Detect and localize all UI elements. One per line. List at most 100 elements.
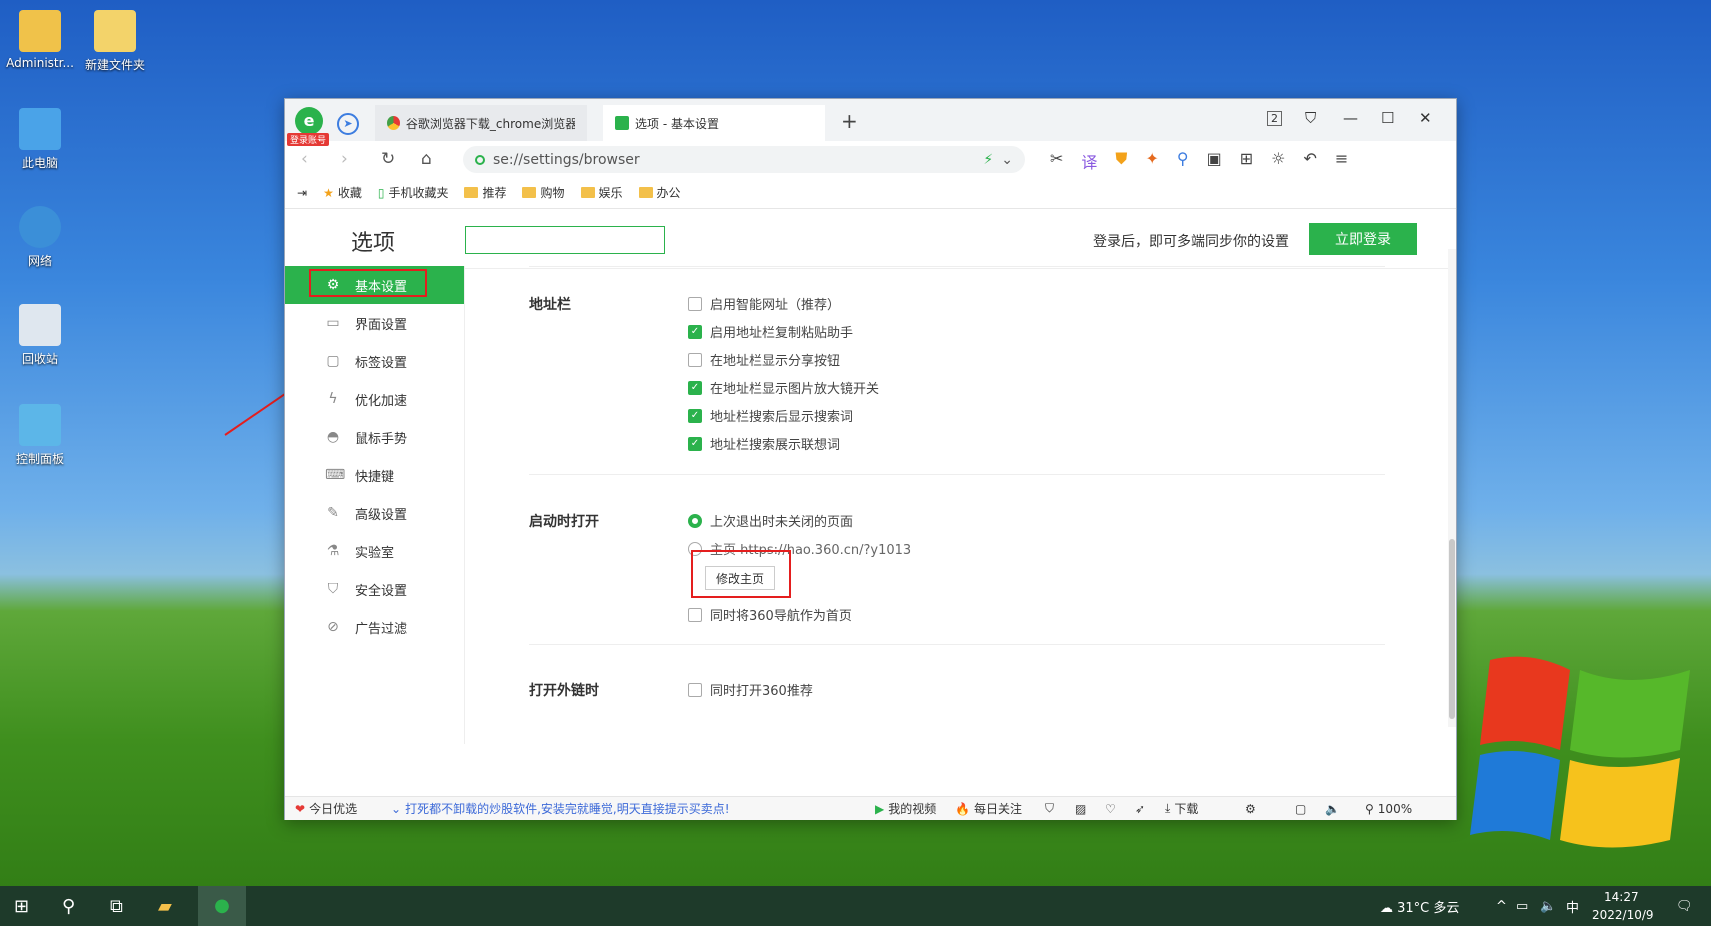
network-icon[interactable]: ▭ xyxy=(1516,899,1528,914)
window-status-icon[interactable]: ▢ xyxy=(1295,802,1306,816)
tab-chrome-download[interactable]: 谷歌浏览器下载_chrome浏览器官 xyxy=(375,105,587,141)
back-button[interactable]: ‹ xyxy=(301,149,308,169)
option-share-button[interactable]: 在地址栏显示分享按钮 xyxy=(688,350,840,369)
reload-button[interactable]: ↻ xyxy=(381,149,395,169)
option-smart-url[interactable]: 启用智能网址（推荐） xyxy=(688,294,840,313)
forward-button[interactable]: › xyxy=(341,149,348,169)
clock-time[interactable]: 14:27 xyxy=(1604,890,1639,904)
desktop-icon-administrator[interactable]: Administr... xyxy=(0,10,80,70)
sidebar-item-mouse-gesture[interactable]: ◓ 鼠标手势 xyxy=(285,418,464,456)
sidebar-item-shortcuts[interactable]: ⌨ 快捷键 xyxy=(285,456,464,494)
desktop-icon-this-pc[interactable]: 此电脑 xyxy=(0,108,80,171)
360-logo-icon[interactable]: e xyxy=(295,107,323,135)
image-icon[interactable]: ▨ xyxy=(1075,802,1086,816)
checkbox-checked[interactable]: ✓ xyxy=(688,436,702,451)
download-button[interactable]: ⤓ 下载 xyxy=(1165,800,1198,817)
scissors-icon[interactable]: ✂ xyxy=(1050,149,1063,173)
translate-icon[interactable]: 译 xyxy=(1081,149,1097,173)
task-view-icon[interactable]: ⧉ xyxy=(110,896,123,917)
clock-date[interactable]: 2022/10/9 xyxy=(1592,908,1654,922)
bookmark-folder-office[interactable]: 办公 xyxy=(638,184,681,201)
undo-icon[interactable]: ↶ xyxy=(1303,149,1316,173)
reader-icon[interactable]: ▣ xyxy=(1207,149,1222,173)
close-button[interactable]: ✕ xyxy=(1419,109,1432,127)
sidebar-item-label: 快捷键 xyxy=(355,469,395,485)
start-button[interactable]: ⊞ xyxy=(14,896,29,917)
checkbox-checked[interactable]: ✓ xyxy=(688,380,702,395)
sidebar-item-interface[interactable]: ▭ 界面设置 xyxy=(285,304,464,342)
bookmark-favorites[interactable]: ★ 收藏 xyxy=(323,184,362,201)
shield-extension-icon[interactable]: ⛊ xyxy=(1115,149,1127,173)
navigate-icon[interactable]: ➤ xyxy=(337,113,359,135)
tab-settings[interactable]: 选项 - 基本设置 xyxy=(603,105,825,141)
zoom-level[interactable]: ⚲ 100% xyxy=(1365,802,1412,816)
option-restore-pages[interactable]: 上次退出时未关闭的页面 xyxy=(688,511,853,530)
radio-selected[interactable] xyxy=(688,513,702,528)
desktop-icon-new-folder[interactable]: 新建文件夹 xyxy=(75,10,155,73)
shield-status-icon[interactable]: ⛉ xyxy=(1045,801,1054,816)
desktop-icon-recycle-bin[interactable]: 回收站 xyxy=(0,304,80,367)
ime-indicator[interactable]: 中 xyxy=(1566,897,1579,916)
volume-icon[interactable]: 🔈 xyxy=(1325,802,1340,816)
menu-icon[interactable]: ≡ xyxy=(1335,149,1348,173)
chevron-down-icon[interactable]: ⌄ xyxy=(1001,152,1013,168)
checkbox[interactable] xyxy=(688,682,702,697)
minimize-button[interactable]: — xyxy=(1343,109,1358,127)
maximize-button[interactable]: ☐ xyxy=(1381,109,1394,127)
checkbox[interactable] xyxy=(688,352,702,367)
sidebar-item-advanced[interactable]: ✎ 高级设置 xyxy=(285,494,464,532)
new-tab-button[interactable]: + xyxy=(841,109,858,133)
game-icon[interactable]: ✦ xyxy=(1145,149,1158,173)
scrollbar-thumb[interactable] xyxy=(1449,539,1455,719)
checkbox-checked[interactable]: ✓ xyxy=(688,408,702,423)
sidebar-item-lab[interactable]: ⚗ 实验室 xyxy=(285,532,464,570)
brightness-icon[interactable]: ☼ xyxy=(1271,149,1285,173)
address-bar[interactable]: se://settings/browser ⚡ ⌄ xyxy=(463,146,1025,173)
option-image-magnifier[interactable]: ✓ 在地址栏显示图片放大镜开关 xyxy=(688,378,879,397)
scrollbar[interactable] xyxy=(1448,249,1456,727)
360-browser-taskbar-icon[interactable]: ● xyxy=(198,886,246,926)
option-show-search-term[interactable]: ✓ 地址栏搜索后显示搜索词 xyxy=(688,406,853,425)
health-icon[interactable]: ♡ xyxy=(1105,802,1116,816)
notification-icon[interactable]: 🗨 xyxy=(1676,899,1693,914)
today-picks[interactable]: ❤ 今日优选 xyxy=(295,800,357,817)
shirt-icon[interactable]: ⛉ xyxy=(1305,109,1316,127)
bookmark-folder-recommend[interactable]: 推荐 xyxy=(464,184,506,201)
bookmarks-bar: ⇥ ★ 收藏 ▯ 手机收藏夹 推荐 购物 娱乐 办公 xyxy=(285,177,1456,209)
desktop-icon-label: 新建文件夹 xyxy=(84,58,145,72)
lightning-icon[interactable]: ⚡ xyxy=(983,152,993,168)
weather-widget[interactable]: ☁ 31°C 多云 xyxy=(1380,897,1459,916)
browser-window: e 登录账号 ➤ 谷歌浏览器下载_chrome浏览器官 选项 - 基本设置 + … xyxy=(284,98,1457,820)
home-icon[interactable]: ⌂ xyxy=(421,149,432,169)
daily-focus[interactable]: 🔥 每日关注 xyxy=(955,800,1022,817)
option-suggestions[interactable]: ✓ 地址栏搜索展示联想词 xyxy=(688,434,840,453)
option-360-homepage[interactable]: 同时将360导航作为首页 xyxy=(688,605,852,624)
settings-status-icon[interactable]: ⚙ xyxy=(1245,802,1256,816)
rocket-icon[interactable]: ➶ xyxy=(1135,802,1145,816)
sidebar-item-tabs[interactable]: ▢ 标签设置 xyxy=(285,342,464,380)
search-icon[interactable]: ⚲ xyxy=(62,896,75,917)
bookmark-folder-shopping[interactable]: 购物 xyxy=(522,184,565,201)
checkbox[interactable] xyxy=(688,607,702,622)
sidebar-item-security[interactable]: ⛉ 安全设置 xyxy=(285,570,464,608)
search-icon[interactable]: ⚲ xyxy=(1177,149,1189,173)
checkbox-checked[interactable]: ✓ xyxy=(688,324,702,339)
bookmark-mobile[interactable]: ▯ 手机收藏夹 xyxy=(378,184,449,201)
option-copy-paste-helper[interactable]: ✓ 启用地址栏复制粘贴助手 xyxy=(688,322,853,341)
sidebar-toggle-icon[interactable]: ⇥ xyxy=(297,186,307,200)
option-360-recommend[interactable]: 同时打开360推荐 xyxy=(688,680,813,699)
apps-grid-icon[interactable]: ⊞ xyxy=(1240,149,1253,173)
news-ticker[interactable]: ⌄ 打死都不卸载的炒股软件,安装完就睡觉,明天直接提示买卖点! xyxy=(391,800,730,817)
desktop-icon-network[interactable]: 网络 xyxy=(0,206,80,269)
sidebar-item-adblock[interactable]: ⊘ 广告过滤 xyxy=(285,608,464,646)
checkbox[interactable] xyxy=(688,296,702,311)
tab-count-badge[interactable]: 2 xyxy=(1267,111,1282,126)
tray-chevron-icon[interactable]: ^ xyxy=(1496,899,1507,914)
bookmark-label: 办公 xyxy=(656,186,681,200)
sidebar-item-acceleration[interactable]: ϟ 优化加速 xyxy=(285,380,464,418)
bookmark-folder-entertainment[interactable]: 娱乐 xyxy=(580,184,623,201)
desktop-icon-control-panel[interactable]: 控制面板 xyxy=(0,404,80,467)
my-videos[interactable]: ▶ 我的视频 xyxy=(875,800,936,817)
file-explorer-icon[interactable]: ▰ xyxy=(158,896,172,917)
speaker-icon[interactable]: 🔈 xyxy=(1540,899,1556,914)
